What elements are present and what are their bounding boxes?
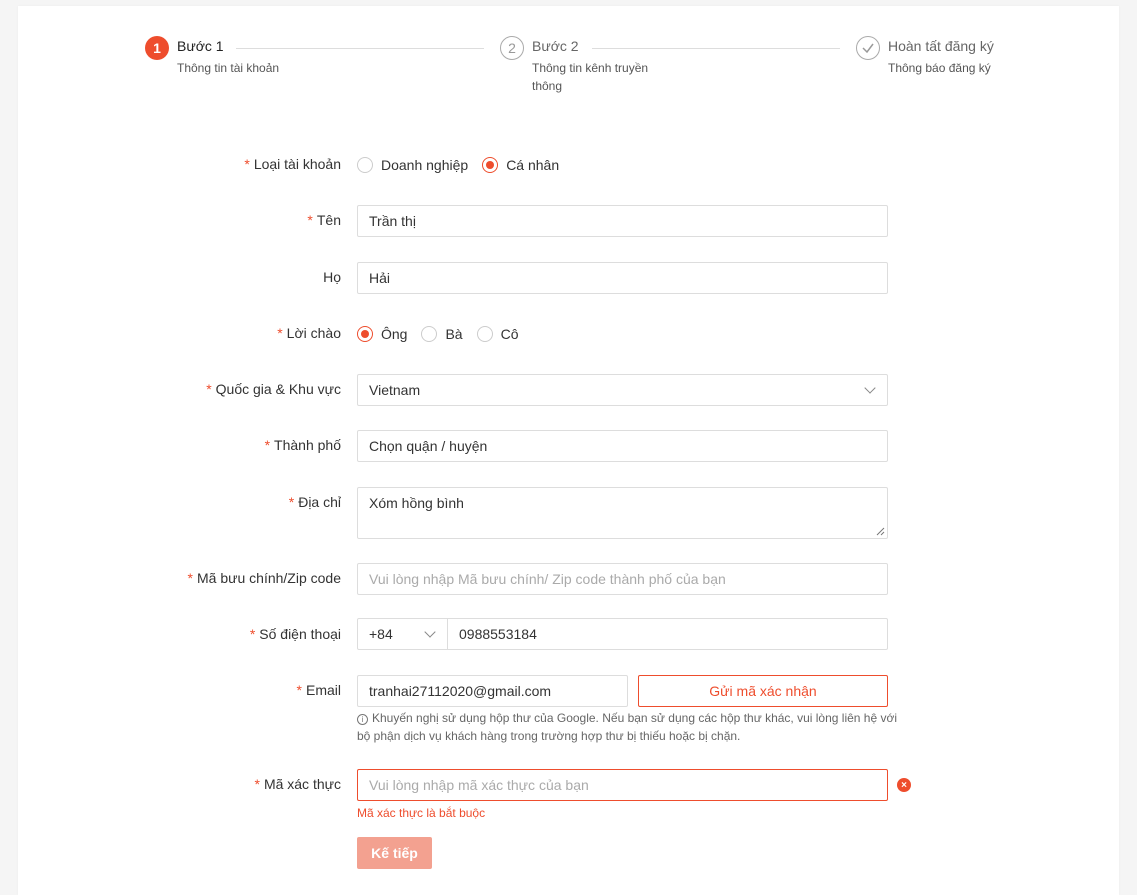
zip-label: * Mã bưu chính/Zip code (187, 570, 341, 586)
account-type-business-radio[interactable]: Doanh nghiệp (357, 157, 468, 173)
account-type-label: * Loại tài khoản (244, 156, 341, 172)
last-name-label: Họ (323, 269, 341, 285)
salutation-radio-group: Ông Bà Cô (357, 324, 533, 344)
step-2-indicator: 2 (500, 36, 524, 60)
phone-country-code-select[interactable]: +84 (358, 619, 448, 649)
resize-handle-icon[interactable] (876, 527, 885, 536)
verification-error: Mã xác thực là bắt buộc (357, 806, 486, 820)
phone-field: +84 0988553184 (357, 618, 888, 650)
salutation-ms-radio[interactable]: Cô (476, 326, 519, 342)
step-connector-1 (236, 48, 484, 49)
country-select[interactable]: Vietnam (357, 374, 888, 406)
step-2-desc: Thông tin kênh truyền thông (532, 61, 649, 93)
country-value: Vietnam (369, 382, 421, 398)
chevron-down-icon (424, 626, 436, 638)
step-1-indicator: 1 (145, 36, 169, 60)
step-3-title: Hoàn tất đăng ký (888, 38, 994, 54)
verification-label: * Mã xác thực (254, 776, 341, 792)
send-verification-code-button[interactable]: Gửi mã xác nhận (638, 675, 888, 707)
first-name-input[interactable]: Trần thị (357, 205, 888, 237)
salutation-mrs-radio[interactable]: Bà (421, 326, 463, 342)
salutation-label: * Lời chào (277, 325, 341, 341)
step-3-desc: Thông báo đăng ký (888, 61, 991, 75)
address-label: * Địa chỉ (288, 494, 341, 510)
email-hint: i Khuyến nghị sử dụng hộp thư của Google.… (357, 711, 898, 743)
error-clear-icon[interactable]: × (897, 778, 911, 792)
step-2-title: Bước 2 (532, 38, 579, 54)
city-label: * Thành phố (264, 437, 341, 453)
check-icon (862, 43, 874, 54)
email-label: * Email (296, 682, 341, 698)
first-name-label: * Tên (307, 212, 341, 228)
next-button[interactable]: Kế tiếp (357, 837, 432, 869)
city-select[interactable]: Chọn quận / huyện (357, 430, 888, 462)
chevron-down-icon (864, 382, 876, 394)
verification-input[interactable]: Vui lòng nhập mã xác thực của bạn (357, 769, 888, 801)
account-type-personal-radio[interactable]: Cá nhân (482, 157, 559, 173)
account-type-radio-group: Doanh nghiệp Cá nhân (357, 155, 573, 175)
phone-country-code: +84 (369, 626, 393, 642)
zip-input[interactable]: Vui lòng nhập Mã bưu chính/ Zip code thà… (357, 563, 888, 595)
salutation-mr-radio[interactable]: Ông (357, 326, 407, 342)
step-3-indicator (856, 36, 880, 60)
country-label: * Quốc gia & Khu vực (206, 381, 341, 397)
address-value: Xóm hồng bình (369, 495, 464, 511)
step-1-desc: Thông tin tài khoản (177, 61, 280, 75)
phone-label: * Số điện thoại (249, 626, 341, 642)
email-input[interactable]: tranhai27112020@gmail.com (357, 675, 628, 707)
last-name-input[interactable]: Hải (357, 262, 888, 294)
step-connector-2 (592, 48, 840, 49)
address-textarea[interactable]: Xóm hồng bình (357, 487, 888, 539)
info-icon: i (357, 714, 368, 725)
phone-number-input[interactable]: 0988553184 (459, 619, 537, 649)
step-1-title: Bước 1 (177, 38, 224, 54)
